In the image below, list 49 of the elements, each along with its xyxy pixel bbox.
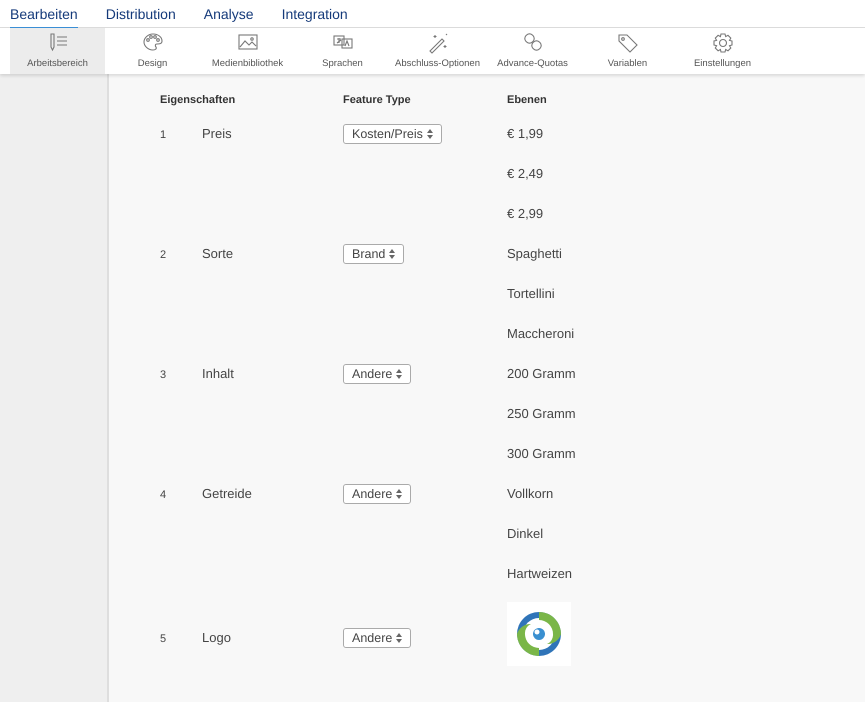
- toolbar-button[interactable]: Einstellungen: [675, 28, 770, 74]
- nav-tab[interactable]: Analyse: [204, 0, 254, 29]
- row-number: 1: [160, 129, 166, 142]
- toolbar-button[interactable]: Abschluss-Optionen: [390, 28, 485, 74]
- feature-type-select[interactable]: Brand: [343, 244, 404, 264]
- attribute-name: Inhalt: [202, 366, 234, 382]
- feature-type-select[interactable]: Andere: [343, 484, 412, 504]
- level-text: Maccheroni: [507, 325, 574, 344]
- row-number: 5: [160, 633, 166, 646]
- toolbar-button[interactable]: Design: [105, 28, 200, 74]
- row-number: 3: [160, 369, 166, 382]
- feature-type-select[interactable]: Andere: [343, 364, 412, 384]
- sort-arrows-icon: [396, 633, 402, 643]
- level-text: € 1,99: [507, 125, 544, 144]
- attribute-name: Logo: [202, 630, 231, 646]
- level-text: Tortellini: [507, 285, 555, 304]
- attribute-name: Preis: [202, 126, 232, 142]
- feature-type-select[interactable]: Kosten/Preis: [343, 124, 442, 144]
- row-number: 4: [160, 489, 166, 502]
- tag-icon: [616, 32, 638, 54]
- sort-arrows-icon: [396, 369, 402, 379]
- column-header: Feature Type: [343, 94, 411, 106]
- nav-tab[interactable]: Integration: [282, 0, 348, 29]
- level-text: Vollkorn: [507, 485, 554, 504]
- column-header: Eigenschaften: [160, 94, 236, 106]
- level-text: € 2,49: [507, 165, 544, 184]
- wand-icon: [426, 32, 448, 54]
- sort-arrows-icon: [396, 489, 402, 499]
- attribute-name: Sorte: [202, 246, 234, 262]
- nav-tab[interactable]: Distribution: [106, 0, 176, 29]
- toolbar-button[interactable]: Arbeitsbereich: [10, 28, 105, 74]
- level-text: Spaghetti: [507, 245, 562, 264]
- toolbar-button[interactable]: Variablen: [580, 28, 675, 74]
- sort-arrows-icon: [426, 129, 433, 139]
- level-text: 250 Gramm: [507, 405, 576, 424]
- toolbar-button[interactable]: Medienbibliothek: [200, 28, 295, 74]
- level-text: Hartweizen: [507, 565, 572, 584]
- row-number: 2: [160, 249, 166, 262]
- sort-arrows-icon: [389, 249, 396, 259]
- toolbar-button[interactable]: Advance-Quotas: [485, 28, 580, 74]
- attribute-name: Getreide: [202, 486, 252, 502]
- feature-type-select[interactable]: Andere: [343, 628, 412, 648]
- gear-icon: [712, 32, 734, 54]
- level-text: 200 Gramm: [507, 365, 576, 384]
- level-text: 300 Gramm: [507, 445, 576, 464]
- level-text: € 2,99: [507, 205, 544, 224]
- toolbar-button[interactable]: Sprachen: [295, 28, 390, 74]
- level-text: Dinkel: [507, 525, 544, 544]
- column-header: Ebenen: [507, 94, 547, 106]
